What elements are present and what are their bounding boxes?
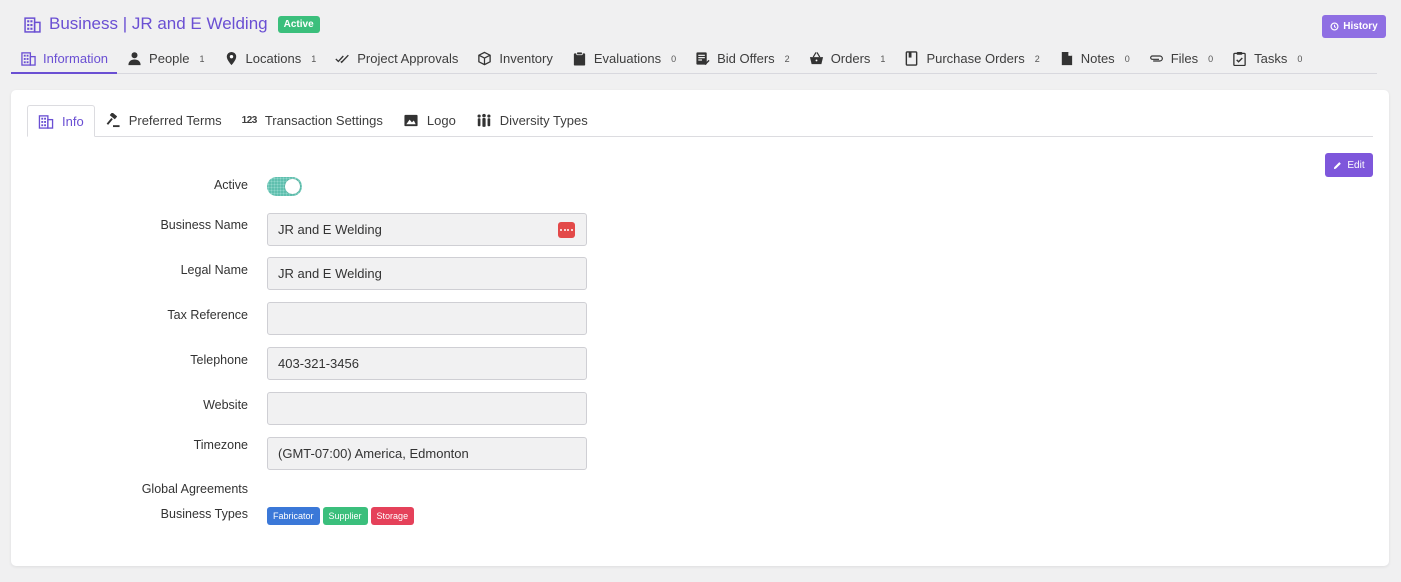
tab-count: 0: [1297, 53, 1303, 64]
tab-label: Files: [1170, 51, 1199, 66]
subtab-label: Info: [62, 113, 84, 129]
telephone-field[interactable]: 403-321-3456: [267, 347, 587, 380]
legal-name-value: JR and E Welding: [278, 266, 382, 281]
website-field[interactable]: [267, 392, 587, 425]
telephone-value: 403-321-3456: [278, 356, 359, 371]
tab-count: 0: [1208, 53, 1214, 64]
tab-count: 0: [1124, 53, 1130, 64]
business-type-badge: Supplier: [322, 507, 368, 525]
subtab-preferred-terms[interactable]: Preferred Terms: [95, 105, 232, 136]
history-icon: [1330, 22, 1339, 31]
tab-label: Information: [43, 51, 109, 66]
password-manager-icon[interactable]: [558, 222, 575, 238]
number-123-icon: 123: [241, 115, 258, 126]
website-label: Website: [203, 398, 248, 412]
business-name-value: JR and E Welding: [278, 222, 382, 237]
business-types-label: Business Types: [160, 507, 248, 521]
subtab-info[interactable]: Info: [27, 105, 95, 137]
edit-button-label: Edit: [1347, 159, 1365, 171]
telephone-label: Telephone: [190, 353, 248, 367]
tab-count: 0: [671, 53, 677, 64]
legal-name-label: Legal Name: [180, 263, 248, 277]
clipboard-icon: [573, 51, 585, 66]
timezone-field[interactable]: (GMT-07:00) America, Edmonton: [267, 437, 587, 470]
tab-label: Notes: [1080, 51, 1115, 66]
subtab-transaction-settings[interactable]: 123 Transaction Settings: [232, 105, 393, 136]
active-toggle[interactable]: [267, 177, 302, 196]
tax-reference-field[interactable]: [267, 302, 587, 335]
tab-label: Project Approvals: [357, 51, 459, 66]
basket-icon: [809, 52, 823, 65]
tab-label: Bid Offers: [717, 51, 775, 66]
tab-purchase-orders[interactable]: Purchase Orders 2: [894, 44, 1048, 73]
business-type-badge: Storage: [370, 507, 415, 525]
tab-label: Inventory: [499, 51, 553, 66]
notebook-icon: [906, 51, 918, 66]
tax-reference-label: Tax Reference: [167, 308, 248, 322]
clipboard-check-icon: [1233, 51, 1246, 66]
file-icon: [1061, 51, 1072, 66]
timezone-label: Timezone: [193, 438, 248, 452]
double-check-icon: [335, 54, 350, 64]
tab-evaluations[interactable]: Evaluations 0: [562, 44, 685, 73]
tab-people[interactable]: People 1: [117, 44, 214, 73]
info-card: Info Preferred Terms 123 Transaction Set…: [11, 90, 1389, 566]
document-check-icon: [696, 52, 710, 66]
tab-files[interactable]: Files 0: [1139, 44, 1222, 73]
business-types-list: Fabricator Supplier Storage: [267, 507, 415, 525]
subtab-label: Diversity Types: [499, 113, 588, 128]
building-icon: [24, 16, 41, 33]
image-icon: [404, 114, 418, 127]
person-icon: [128, 52, 141, 66]
map-pin-icon: [226, 51, 236, 66]
people-group-icon: [477, 113, 491, 127]
subtab-diversity-types[interactable]: Diversity Types: [466, 105, 598, 136]
tab-label: Orders: [830, 51, 871, 66]
subtab-label: Transaction Settings: [264, 113, 383, 128]
tab-locations[interactable]: Locations 1: [214, 44, 326, 73]
tab-bid-offers[interactable]: Bid Offers 2: [685, 44, 799, 73]
active-label: Active: [213, 178, 248, 192]
building-icon: [38, 114, 54, 129]
paperclip-icon: [1149, 55, 1163, 62]
tab-label: Tasks: [1254, 51, 1288, 66]
tab-information[interactable]: Information: [11, 44, 118, 74]
building-icon: [21, 52, 36, 66]
tab-inventory[interactable]: Inventory: [467, 44, 561, 73]
tab-label: Locations: [245, 51, 302, 66]
subtab-label: Logo: [426, 113, 456, 128]
pencil-icon: [1334, 161, 1342, 169]
toggle-knob: [285, 179, 300, 194]
global-agreements-label: Global Agreements: [141, 482, 248, 496]
legal-name-field[interactable]: JR and E Welding: [267, 257, 587, 290]
tab-project-approvals[interactable]: Project Approvals: [325, 44, 467, 73]
tab-label: Purchase Orders: [926, 51, 1025, 66]
history-button-label: History: [1343, 21, 1378, 32]
page-header: Business | JR and E Welding Active: [24, 14, 320, 34]
tab-count: 1: [880, 53, 886, 64]
tab-notes[interactable]: Notes 0: [1049, 44, 1139, 73]
tab-count: 2: [1034, 53, 1040, 64]
main-tabs: Information People 1 Locations 1 Project…: [11, 44, 1377, 74]
edit-button[interactable]: Edit: [1325, 153, 1373, 177]
box-icon: [478, 51, 492, 66]
tab-tasks[interactable]: Tasks 0: [1222, 44, 1311, 73]
subtab-label: Preferred Terms: [128, 113, 222, 128]
tab-count: 1: [199, 53, 205, 64]
timezone-value: (GMT-07:00) America, Edmonton: [278, 446, 469, 461]
tab-label: Evaluations: [593, 51, 662, 66]
subtab-logo[interactable]: Logo: [393, 105, 466, 136]
history-button[interactable]: History: [1322, 15, 1386, 38]
business-type-badge: Fabricator: [267, 507, 320, 525]
tab-count: 2: [784, 53, 790, 64]
tab-label: People: [149, 51, 190, 66]
gavel-icon: [106, 113, 120, 128]
sub-tabs: Info Preferred Terms 123 Transaction Set…: [27, 105, 1373, 137]
page-title: Business | JR and E Welding: [49, 14, 268, 33]
tab-count: 1: [311, 53, 317, 64]
business-name-label: Business Name: [160, 218, 248, 232]
status-badge: Active: [277, 15, 320, 33]
tab-orders[interactable]: Orders 1: [799, 44, 895, 73]
business-name-field[interactable]: JR and E Welding: [267, 213, 587, 246]
